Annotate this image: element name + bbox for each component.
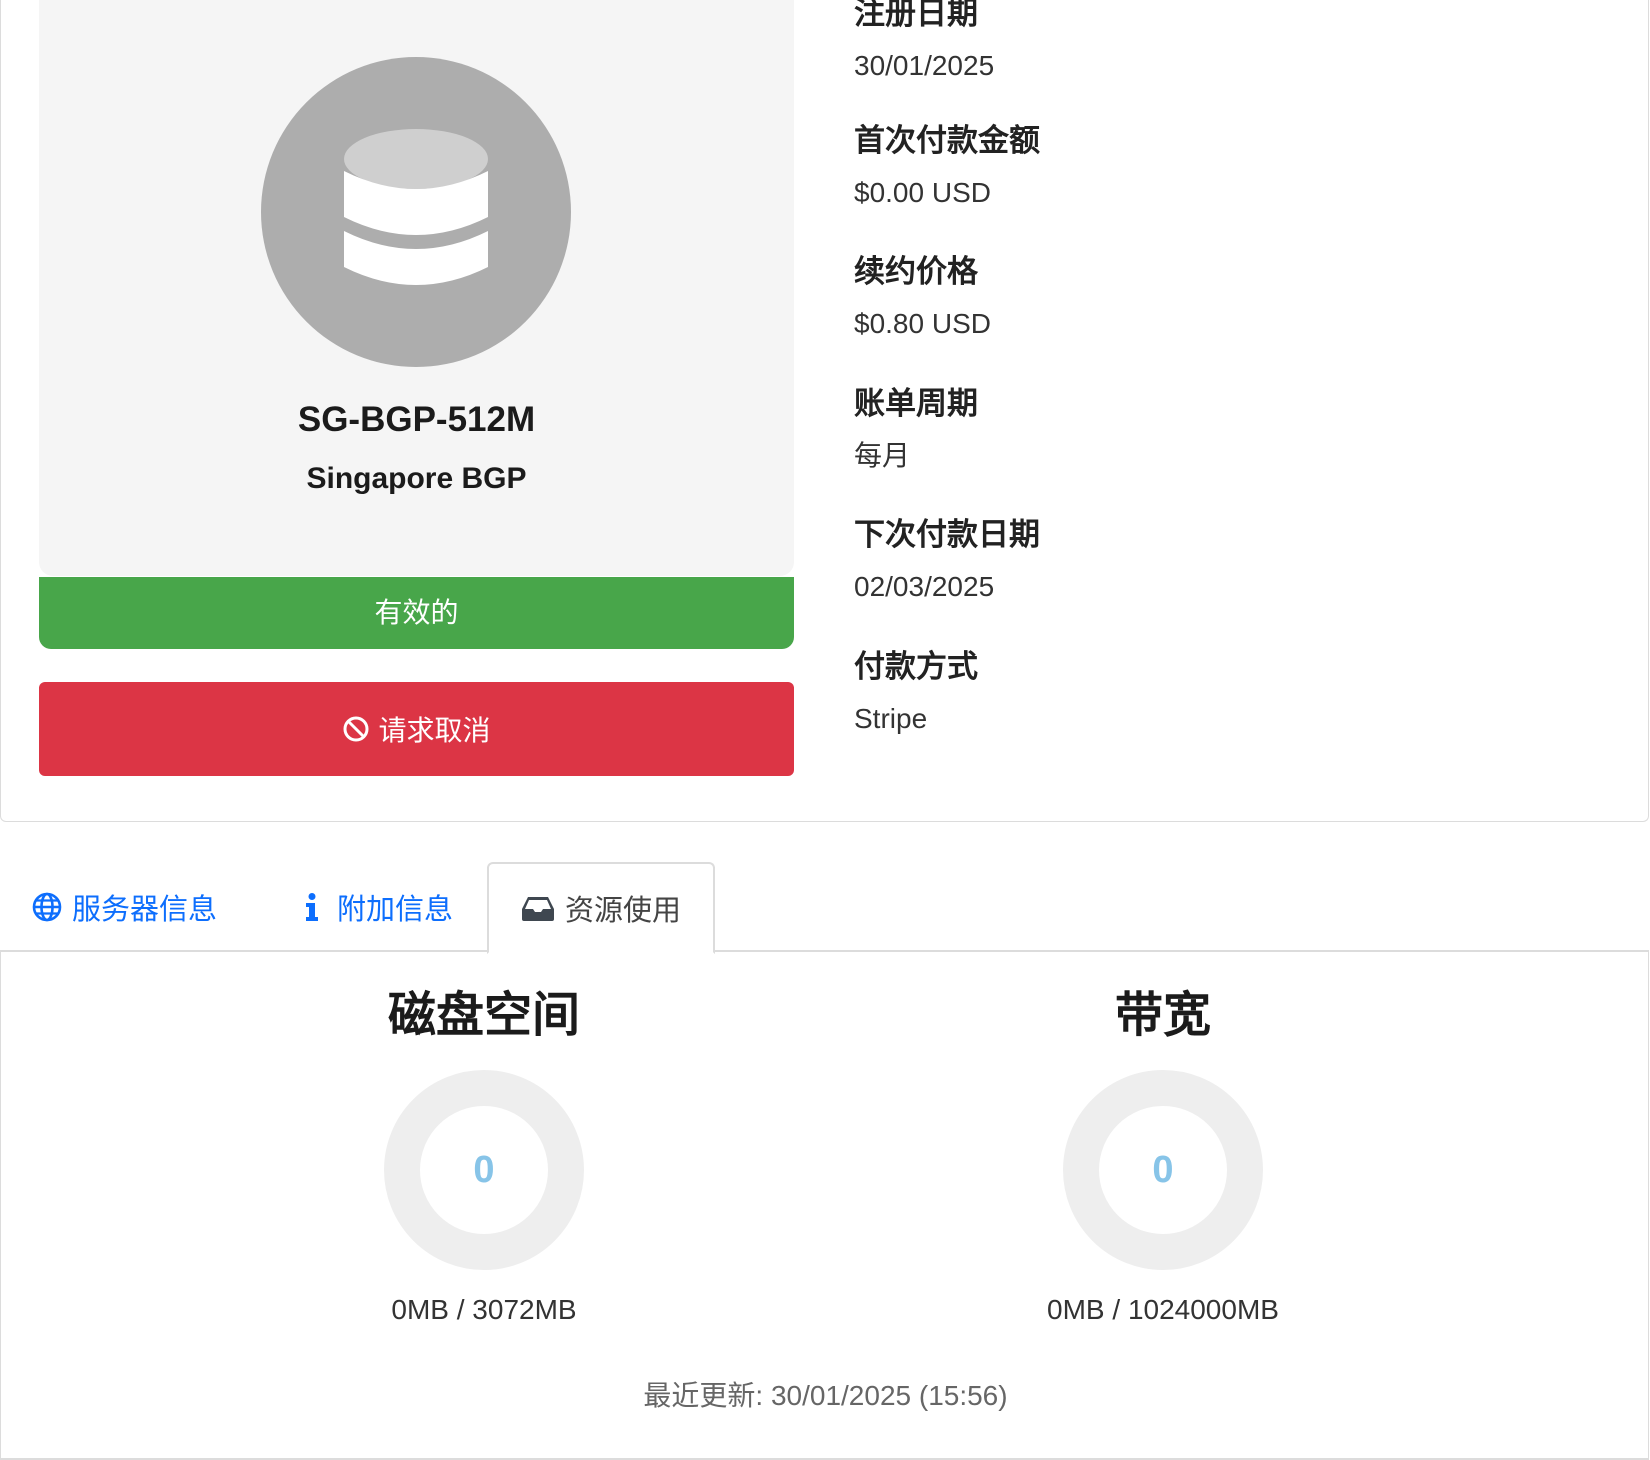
inbox-icon — [521, 897, 554, 921]
billing-item-billing-cycle: 账单周期 每月 — [854, 384, 1614, 474]
billing-label: 下次付款日期 — [854, 517, 1040, 552]
last-updated-text: 最近更新: 30/01/2025 (15:56) — [643, 1380, 1008, 1411]
product-card: SG-BGP-512M Singapore BGP — [39, 0, 794, 576]
disk-usage-value: 0 — [473, 1149, 495, 1191]
billing-label: 账单周期 — [854, 386, 978, 421]
billing-label: 续约价格 — [854, 254, 978, 289]
billing-item-renewal-price: 续约价格 $0.80 USD — [854, 252, 1614, 342]
service-details-panel: SG-BGP-512M Singapore BGP 有效的 请求取消 注册日期 … — [0, 0, 1649, 822]
bandwidth-usage-text: 0MB / 1024000MB — [1047, 1294, 1279, 1325]
tab-server-info[interactable]: 服务器信息 — [32, 862, 217, 952]
product-name: SG-BGP-512M — [297, 400, 536, 439]
billing-value: 30/01/2025 — [854, 50, 995, 81]
bandwidth-usage-title: 带宽 — [1114, 989, 1211, 1042]
service-tabs: 服务器信息 附加信息 资源使用 — [0, 862, 1649, 954]
database-icon — [344, 129, 488, 285]
billing-label: 付款方式 — [854, 649, 978, 684]
globe-icon — [32, 892, 62, 922]
billing-item-next-due-date: 下次付款日期 02/03/2025 — [854, 515, 1614, 605]
bandwidth-usage-value: 0 — [1152, 1149, 1174, 1191]
info-icon — [306, 893, 318, 921]
disk-usage-gauge: 0 — [384, 1070, 584, 1270]
billing-item-payment-method: 付款方式 Stripe — [854, 647, 1614, 737]
resource-usage-panel: 磁盘空间 0 0MB / 3072MB 带宽 0 0MB / 1024000MB… — [0, 952, 1649, 1460]
billing-value: $0.00 USD — [854, 177, 991, 208]
disk-usage-text: 0MB / 3072MB — [391, 1294, 577, 1325]
billing-value: 02/03/2025 — [854, 571, 995, 602]
request-cancellation-label: 请求取消 — [378, 715, 491, 746]
disk-usage-title: 磁盘空间 — [387, 989, 580, 1042]
billing-value: Stripe — [854, 703, 928, 734]
status-badge: 有效的 — [39, 577, 794, 649]
bandwidth-usage-block: 带宽 0 0MB / 1024000MB — [913, 952, 1413, 1326]
tab-label: 附加信息 — [337, 894, 454, 926]
bandwidth-usage-gauge: 0 — [1063, 1070, 1263, 1270]
tab-label: 资源使用 — [564, 895, 681, 927]
billing-item-first-payment: 首次付款金额 $0.00 USD — [854, 121, 1614, 211]
request-cancellation-button[interactable]: 请求取消 — [39, 682, 794, 776]
disk-usage-block: 磁盘空间 0 0MB / 3072MB — [234, 952, 734, 1326]
product-icon-circle — [261, 57, 571, 367]
product-group: Singapore BGP — [306, 462, 527, 495]
billing-value: $0.80 USD — [854, 308, 991, 339]
billing-label: 首次付款金额 — [854, 123, 1040, 158]
billing-label: 注册日期 — [854, 0, 978, 31]
tab-addon-info[interactable]: 附加信息 — [297, 862, 453, 952]
billing-item-registration-date: 注册日期 30/01/2025 — [854, 0, 1614, 84]
billing-value: 每月 — [854, 440, 911, 471]
tab-resource-usage[interactable]: 资源使用 — [487, 862, 715, 954]
ban-icon — [343, 716, 369, 742]
tab-label: 服务器信息 — [72, 894, 218, 926]
